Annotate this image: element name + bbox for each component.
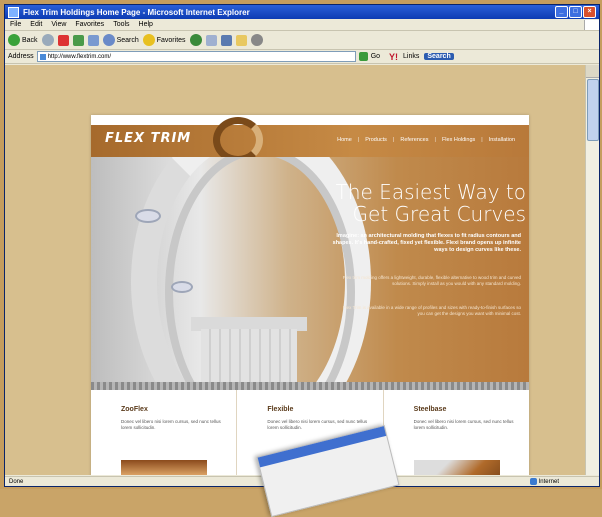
page-icon (39, 53, 46, 60)
refresh-icon[interactable] (72, 34, 84, 46)
search-icon (102, 34, 115, 46)
yahoo-toolbar: Y! Links Search (389, 52, 454, 62)
menu-edit[interactable]: Edit (30, 21, 42, 28)
hero-intro: Imagine: an architectural molding that f… (332, 233, 521, 253)
search-button[interactable]: Search (102, 34, 139, 46)
hero-banner: The Easiest Way to Get Great Curves Imag… (91, 157, 529, 382)
history-icon[interactable] (189, 34, 202, 46)
minimize-button[interactable]: _ (555, 6, 568, 18)
nav-references[interactable]: References (400, 137, 428, 143)
ceiling-light-image (135, 209, 161, 223)
outer-frame: Flex Trim Holdings Home Page - Microsoft… (0, 0, 602, 517)
address-label: Address (8, 53, 34, 60)
back-button[interactable]: Back (8, 34, 38, 46)
star-icon (142, 34, 155, 46)
back-arrow-icon (8, 34, 20, 46)
home-icon[interactable] (87, 34, 99, 46)
print-icon[interactable] (220, 34, 232, 46)
decorative-border (91, 382, 529, 390)
internet-zone: Internet (529, 478, 559, 485)
menu-tools[interactable]: Tools (113, 21, 129, 28)
hero-paragraph-1: Flex trim molding offers a lightweight, … (342, 275, 521, 286)
feature-text: Donec vel libero nisi lorem cursus, sed … (267, 419, 368, 430)
address-input[interactable]: http://www.flextrim.com/ (36, 51, 356, 62)
column-image (201, 329, 297, 382)
feature-thumbnail[interactable] (413, 460, 500, 475)
site-header: FLEX TRIM Home | Products | References | Fl… (91, 117, 529, 163)
favorites-button[interactable]: Favorites (142, 34, 186, 46)
feature-title[interactable]: Steelbase (414, 406, 519, 413)
links-button[interactable]: Links (403, 53, 419, 60)
page-viewport: FLEX TRIM Home | Products | References | Fl… (5, 65, 585, 475)
windows-logo-icon (584, 19, 599, 30)
close-button[interactable]: × (583, 6, 596, 18)
menu-bar: File Edit View Favorites Tools Help (5, 19, 599, 31)
title-bar: Flex Trim Holdings Home Page - Microsoft… (5, 5, 599, 19)
forward-icon[interactable] (41, 34, 54, 46)
menu-view[interactable]: View (51, 21, 66, 28)
standard-toolbar: Back Search Favorites (5, 31, 599, 50)
back-label: Back (22, 36, 38, 44)
headline-line-2: Get Great Curves (352, 202, 526, 226)
toolbar-search-button[interactable]: Search (424, 53, 454, 60)
window-title: Flex Trim Holdings Home Page - Microsoft… (23, 7, 250, 17)
zone-label: Internet (538, 478, 559, 485)
feature-text: Donec vel libero nisi lorem cursus, sed … (121, 419, 221, 430)
address-bar: Address http://www.flextrim.com/ Go Y! L… (5, 50, 599, 64)
website-page: FLEX TRIM Home | Products | References | Fl… (91, 115, 529, 475)
search-label: Search (116, 36, 139, 44)
favorites-label: Favorites (156, 36, 186, 44)
feature-title[interactable]: ZooFlex (121, 406, 226, 413)
globe-icon (529, 478, 537, 485)
go-icon[interactable] (358, 52, 368, 61)
address-url: http://www.flextrim.com/ (47, 53, 112, 60)
window-controls: _ □ × (555, 6, 596, 18)
nav-installation[interactable]: Installation (489, 137, 515, 143)
browser-window: Flex Trim Holdings Home Page - Microsoft… (4, 4, 600, 487)
top-strip (91, 115, 529, 123)
feature-text: Donec vel libero nisi lorem cursus, sed … (413, 419, 514, 430)
menu-favorites[interactable]: Favorites (75, 21, 104, 28)
site-logo[interactable]: FLEX TRIM (105, 131, 191, 146)
feature-column: ZooFlex Donec vel libero nisi lorem curs… (91, 390, 238, 475)
feature-column: Steelbase Donec vel libero nisi lorem cu… (384, 390, 529, 475)
feature-thumbnail[interactable] (121, 460, 207, 475)
nav-home[interactable]: Home (337, 137, 352, 143)
site-nav: Home | Products | References | Flex Holding… (337, 137, 515, 143)
stop-icon[interactable] (57, 34, 69, 46)
wall-light-image (171, 281, 193, 293)
messenger-icon[interactable] (250, 34, 263, 46)
feature-title[interactable]: Flexible (267, 406, 372, 413)
vertical-scrollbar[interactable] (585, 65, 599, 475)
nav-products[interactable]: Products (365, 137, 387, 143)
menu-help[interactable]: Help (139, 21, 153, 28)
mail-icon[interactable] (205, 34, 217, 46)
folder-icon[interactable] (235, 34, 247, 46)
maximize-button[interactable]: □ (569, 6, 582, 18)
hero-paragraph-2: Flex Trim is available in a wide range o… (342, 305, 521, 316)
ie-icon (8, 6, 19, 18)
nav-flex-holdings[interactable]: Flex Holdings (442, 137, 475, 143)
menu-file[interactable]: File (10, 21, 21, 28)
status-text: Done (9, 478, 24, 485)
yahoo-button[interactable]: Y! (389, 52, 398, 62)
hero-headline: The Easiest Way to Get Great Curves (306, 181, 526, 225)
scroll-thumb[interactable] (587, 79, 599, 141)
scroll-up-icon[interactable] (586, 65, 599, 78)
headline-line-1: The Easiest Way to (335, 180, 526, 204)
go-button[interactable]: Go (371, 53, 380, 60)
